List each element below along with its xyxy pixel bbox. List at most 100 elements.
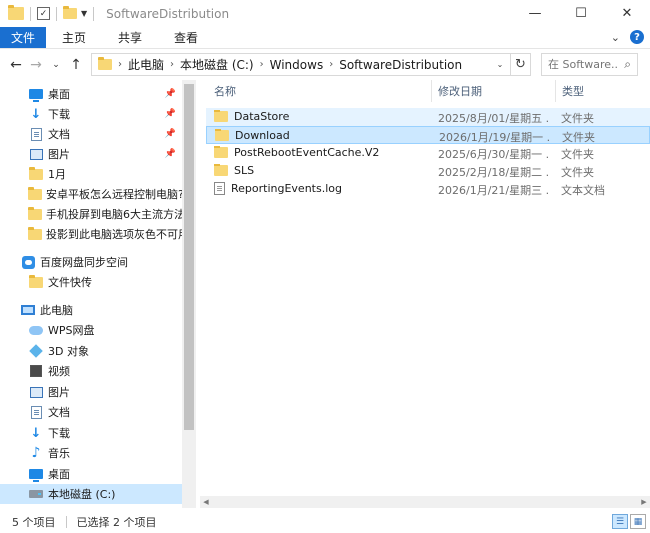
sidebar-item-folder-remote-control[interactable]: 安卓平板怎么远程控制电脑? — [0, 184, 182, 204]
sidebar-item-label: 3D 对象 — [48, 345, 89, 358]
local-disk-icon — [28, 490, 44, 498]
sidebar-item-label: 音乐 — [48, 447, 70, 460]
help-icon[interactable]: ? — [630, 30, 644, 44]
title-bar: ✓ ▼ SoftwareDistribution — ☐ ✕ — [0, 0, 650, 27]
file-row-datastore[interactable]: DataStore 2025/8月/01/星期五 ... 文件夹 — [206, 108, 650, 126]
file-row-sls[interactable]: SLS 2025/2月/18/星期二 ... 文件夹 — [206, 162, 650, 180]
search-icon[interactable]: ⌕ — [624, 57, 631, 72]
sidebar-item-label: 安卓平板怎么远程控制电脑? — [46, 188, 182, 201]
file-type: 文件夹 — [561, 148, 594, 161]
chevron-right-icon[interactable]: › — [329, 59, 333, 70]
customize-toolbar-chevron-icon[interactable]: ▼ — [81, 9, 87, 18]
sidebar-item-downloads[interactable]: ↓ 下载 📌 — [0, 104, 182, 124]
back-arrow-icon[interactable]: ← — [6, 57, 26, 73]
expand-ribbon-chevron-icon[interactable]: ⌄ — [611, 31, 620, 44]
horizontal-scrollbar[interactable]: ◀ ▶ — [200, 496, 650, 508]
details-view-icon[interactable]: ☰ — [612, 514, 628, 529]
sidebar-item-music[interactable]: ♪ 音乐 — [0, 443, 182, 463]
refresh-icon[interactable]: ↻ — [510, 54, 530, 75]
properties-icon[interactable]: ✓ — [37, 7, 50, 20]
pin-icon[interactable]: 📌 — [165, 109, 176, 119]
address-history-chevron-icon[interactable]: ⌄ — [492, 54, 508, 75]
pin-icon[interactable]: 📌 — [165, 89, 176, 99]
sidebar-item-pc-pictures[interactable]: 图片 — [0, 382, 182, 402]
status-divider — [65, 515, 67, 528]
sidebar-item-folder-january[interactable]: 1月 — [0, 164, 182, 184]
file-date: 2026/1月/21/星期三 ... — [438, 184, 550, 197]
breadcrumb-this-pc[interactable]: 此电脑 — [128, 56, 164, 73]
sidebar-scrollbar[interactable] — [182, 80, 196, 508]
wps-cloud-icon — [28, 325, 44, 335]
breadcrumb-software-distribution[interactable]: SoftwareDistribution — [339, 58, 462, 72]
chevron-right-icon[interactable]: › — [118, 59, 122, 70]
toolbar-divider — [93, 6, 95, 21]
sidebar-item-file-transfer[interactable]: 文件快传 — [0, 272, 182, 292]
sidebar-item-3d-objects[interactable]: 3D 对象 — [0, 341, 182, 361]
sidebar-item-this-pc[interactable]: 此电脑 — [0, 300, 182, 320]
status-bar: 5 个项目 已选择 2 个项目 ☰ ▦ — [0, 510, 650, 533]
file-row-postrebooteventcache[interactable]: PostRebootEventCache.V2 2025/6月/30/星期一 .… — [206, 144, 650, 162]
download-icon: ↓ — [30, 106, 42, 122]
new-folder-icon[interactable] — [63, 6, 77, 19]
sidebar-item-pc-documents[interactable]: 文档 — [0, 402, 182, 422]
folder-icon — [215, 129, 229, 141]
scroll-left-arrow-icon[interactable]: ◀ — [200, 496, 212, 508]
breadcrumb-local-disk[interactable]: 本地磁盘 (C:) — [180, 56, 254, 73]
folder-icon — [214, 146, 228, 158]
pin-icon[interactable]: 📌 — [165, 149, 176, 159]
tab-file[interactable]: 文件 — [0, 27, 46, 48]
sidebar-item-pc-desktop[interactable]: 桌面 — [0, 464, 182, 484]
sidebar-item-folder-screen-cast[interactable]: 手机投屏到电脑6大主流方法, — [0, 204, 182, 224]
sidebar-scrollbar-thumb[interactable] — [184, 84, 194, 430]
sidebar-item-pictures[interactable]: 图片 📌 — [0, 144, 182, 164]
recent-locations-chevron-icon[interactable]: ⌄ — [46, 60, 66, 70]
sidebar-item-label: 手机投屏到电脑6大主流方法, — [46, 208, 182, 221]
file-name: DataStore — [234, 110, 290, 123]
column-divider[interactable] — [431, 80, 432, 102]
sidebar-item-wps-cloud[interactable]: WPS网盘 — [0, 320, 182, 340]
search-input[interactable] — [548, 58, 618, 71]
sidebar-item-label: WPS网盘 — [48, 324, 95, 337]
column-divider[interactable] — [555, 80, 556, 102]
folder-icon — [28, 226, 42, 240]
file-row-reportingevents[interactable]: ReportingEvents.log 2026/1月/21/星期三 ... 文… — [206, 180, 650, 198]
chevron-right-icon[interactable]: › — [170, 59, 174, 70]
breadcrumb-windows[interactable]: Windows — [270, 58, 324, 72]
ribbon-tabs: 文件 主页 共享 查看 ⌄ ? — [0, 27, 650, 49]
folder-icon — [28, 274, 44, 288]
scroll-right-arrow-icon[interactable]: ▶ — [638, 496, 650, 508]
toolbar-divider — [56, 6, 57, 21]
quick-access-toolbar: ✓ ▼ — [0, 0, 100, 27]
column-header-date[interactable]: 修改日期 — [438, 80, 482, 102]
sidebar-item-documents[interactable]: 文档 📌 — [0, 124, 182, 144]
search-box[interactable]: ⌕ — [541, 53, 638, 76]
sidebar-item-desktop[interactable]: 桌面 📌 — [0, 84, 182, 104]
sidebar-item-videos[interactable]: 视频 — [0, 361, 182, 381]
minimize-button[interactable]: — — [512, 0, 558, 27]
folder-icon — [28, 206, 42, 220]
file-row-download[interactable]: Download 2026/1月/19/星期一 ... 文件夹 — [206, 126, 650, 144]
sidebar-item-local-disk[interactable]: 本地磁盘 (C:) — [0, 484, 182, 504]
large-icons-view-icon[interactable]: ▦ — [630, 514, 646, 529]
sidebar-item-label: 此电脑 — [40, 304, 73, 317]
sidebar-item-baidu-cloud[interactable]: 百度网盘同步空间 — [0, 252, 182, 272]
up-arrow-icon[interactable]: ↑ — [66, 57, 86, 73]
forward-arrow-icon[interactable]: → — [26, 57, 46, 73]
column-header-name[interactable]: 名称 — [214, 80, 236, 102]
tab-home[interactable]: 主页 — [46, 27, 102, 48]
pin-icon[interactable]: 📌 — [165, 129, 176, 139]
close-button[interactable]: ✕ — [604, 0, 650, 27]
videos-icon — [28, 365, 44, 377]
column-header-type[interactable]: 类型 — [562, 80, 584, 102]
sidebar-item-pc-downloads[interactable]: ↓ 下载 — [0, 423, 182, 443]
item-count: 5 个项目 — [12, 515, 56, 529]
chevron-right-icon[interactable]: › — [260, 59, 264, 70]
desktop-icon — [28, 89, 44, 102]
maximize-button[interactable]: ☐ — [558, 0, 604, 27]
tab-view[interactable]: 查看 — [158, 27, 214, 48]
tab-share[interactable]: 共享 — [102, 27, 158, 48]
folder-icon — [28, 166, 44, 180]
desktop-icon — [28, 469, 44, 482]
address-bar[interactable]: › 此电脑 › 本地磁盘 (C:) › Windows › SoftwareDi… — [91, 53, 531, 76]
sidebar-item-folder-projection[interactable]: 投影到此电脑选项灰色不可用 — [0, 224, 182, 244]
